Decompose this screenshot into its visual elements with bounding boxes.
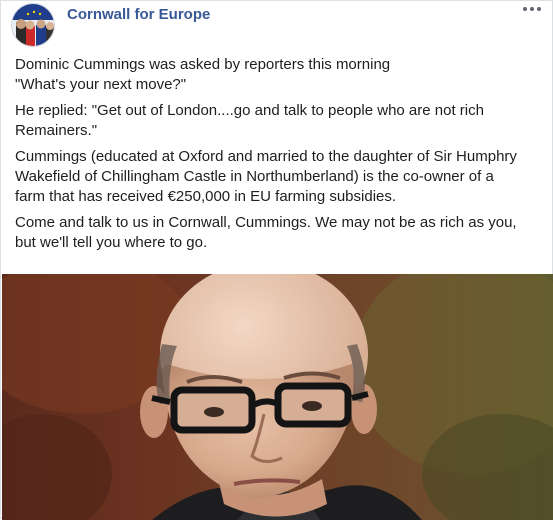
post-line: He replied: "Get out of London....go and… xyxy=(15,102,484,119)
more-dot xyxy=(537,7,541,11)
post-line: Dominic Cummings was asked by reporters … xyxy=(15,56,391,73)
post-line: "What's your next move?" xyxy=(15,76,187,93)
post-line: Remainers." xyxy=(15,122,98,139)
portrait-photo xyxy=(2,274,553,520)
post-line: Wakefield of Chillingham Castle in North… xyxy=(15,168,494,185)
more-horizontal-icon xyxy=(523,7,527,11)
post-paragraph: Dominic Cummings was asked by reporters … xyxy=(15,55,535,95)
post-line: but we'll tell you where to go. xyxy=(15,234,208,251)
more-options-button[interactable] xyxy=(518,0,546,19)
post-line: Come and talk to us in Cornwall, Cumming… xyxy=(15,214,517,231)
facebook-post: Cornwall for Europe Dominic Cummings was… xyxy=(0,0,553,520)
page-avatar[interactable] xyxy=(11,3,55,47)
post-photo[interactable] xyxy=(2,274,553,520)
post-line: farm that has received €250,000 in EU fa… xyxy=(15,188,397,205)
post-paragraph: He replied: "Get out of London....go and… xyxy=(15,101,535,141)
more-dot xyxy=(530,7,534,11)
post-paragraph: Cummings (educated at Oxford and married… xyxy=(15,147,535,207)
post-line: Cummings (educated at Oxford and married… xyxy=(15,148,517,165)
page-name-link[interactable]: Cornwall for Europe xyxy=(67,6,210,23)
post-paragraph: Come and talk to us in Cornwall, Cumming… xyxy=(15,213,535,253)
post-header: Cornwall for Europe xyxy=(11,3,544,47)
post-body: Dominic Cummings was asked by reporters … xyxy=(15,55,535,259)
